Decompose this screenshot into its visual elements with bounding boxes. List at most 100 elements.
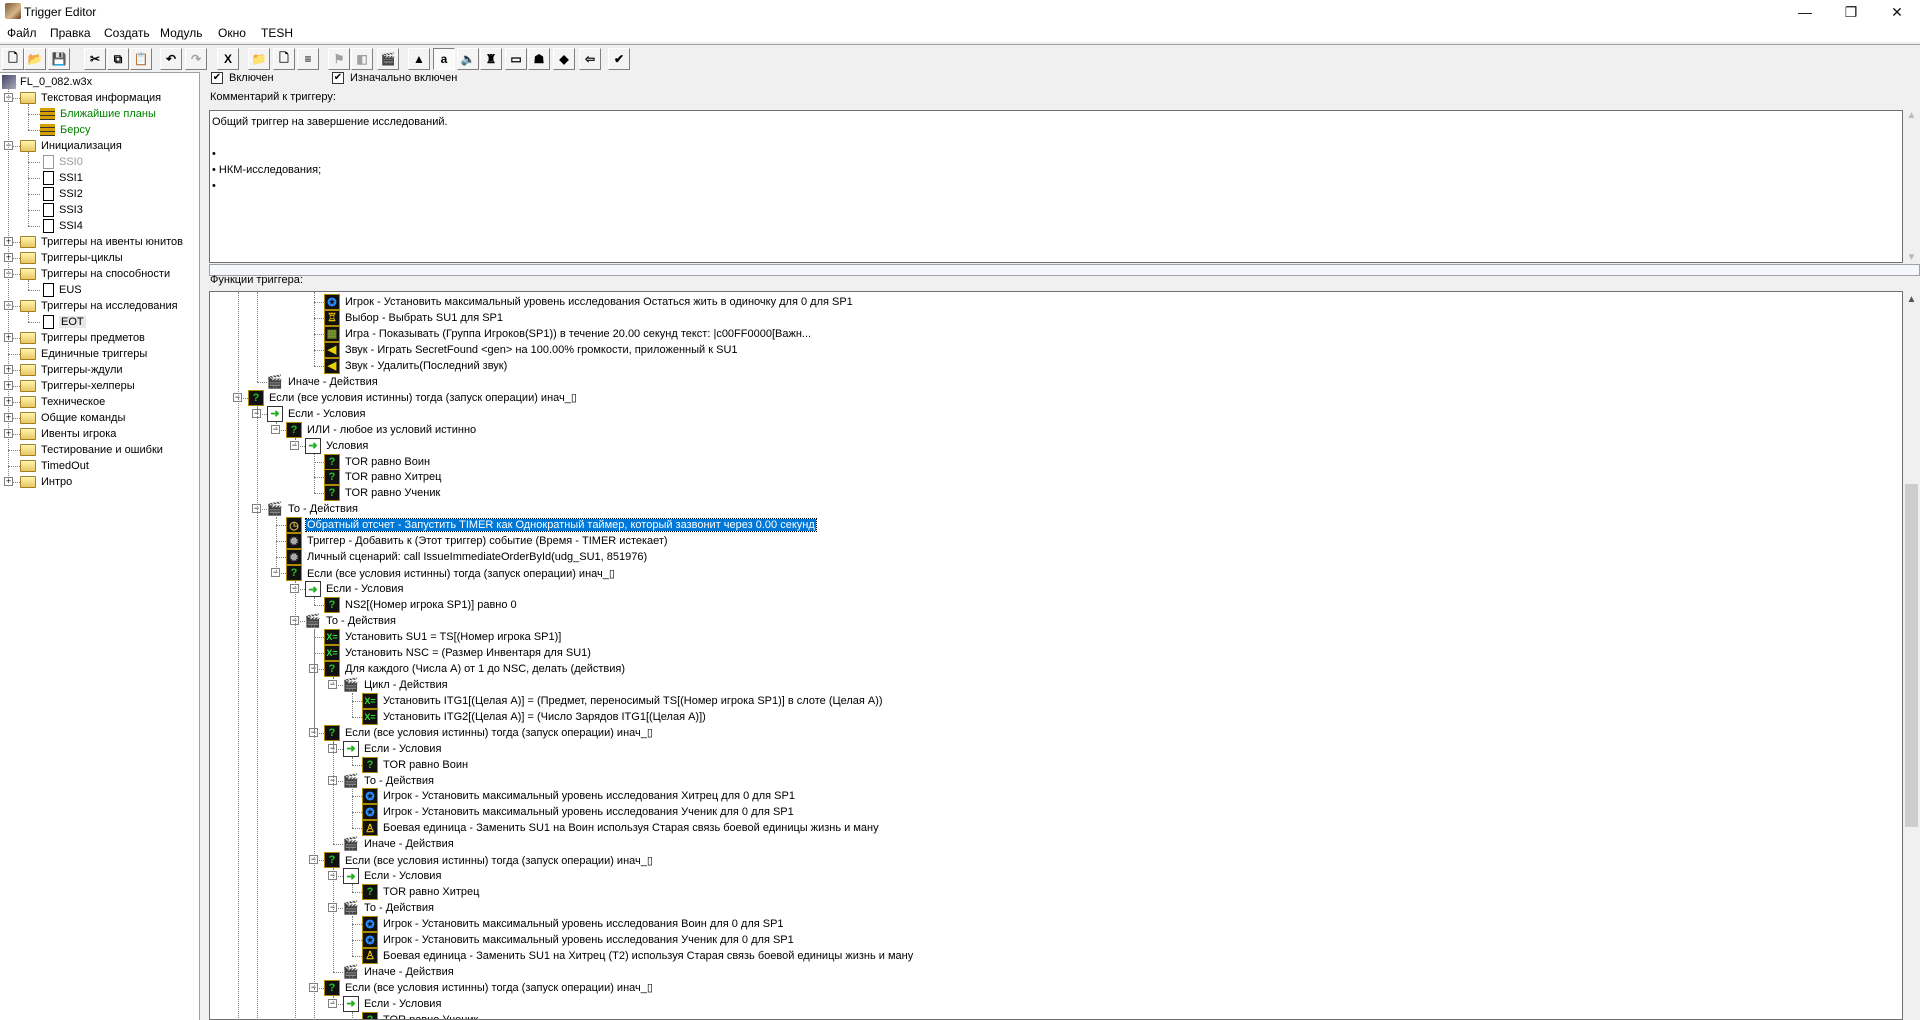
function-item[interactable]: ? Если (все условия истинны) тогда (запус…: [324, 979, 654, 996]
function-item[interactable]: ✪ Игрок - Установить максимальный уровень…: [362, 932, 795, 948]
function-item[interactable]: ✪ Игрок - Установить максимальный уровень…: [362, 804, 795, 821]
scroll-up-icon[interactable]: ▲: [1903, 110, 1920, 121]
cut-button[interactable]: ✂: [84, 48, 106, 70]
function-item[interactable]: ? TOR равно Хитрец: [362, 884, 480, 901]
function-item[interactable]: ? TOR равно Хитрец: [324, 469, 442, 486]
tree-item[interactable]: Общие команды: [20, 410, 125, 426]
tree-item[interactable]: Техническое: [20, 394, 105, 410]
enabled-checkbox[interactable]: ✔: [211, 72, 223, 84]
tree-item[interactable]: Текстовая информация: [20, 90, 161, 106]
new-action-button[interactable]: 🎬: [377, 48, 399, 70]
tree-item[interactable]: Триггеры-хелперы: [20, 378, 135, 394]
function-item[interactable]: 🎬 Иначе - Действия: [343, 836, 455, 852]
tree-item[interactable]: Триггеры на исследования: [20, 298, 178, 314]
tree-item[interactable]: SSI1: [40, 170, 83, 186]
tree-item[interactable]: Инициализация: [20, 138, 122, 154]
function-item[interactable]: ? NS2[(Номер игрока SP1)] равно 0: [324, 597, 518, 614]
function-item[interactable]: ▦ Игра - Показывать (Группа Игроков(SP1))…: [324, 325, 812, 342]
function-item[interactable]: ? Если (все условия истинны) тогда (запус…: [324, 852, 654, 869]
minimize-button[interactable]: —: [1782, 0, 1828, 24]
tree-item[interactable]: SSI4: [40, 218, 83, 234]
paste-button[interactable]: 📋: [130, 48, 152, 70]
tree-item[interactable]: Триггеры-ждули: [20, 362, 123, 378]
menu-file[interactable]: Файл: [7, 26, 37, 40]
function-item[interactable]: ◷ Обратный отсчет - Запустить TIMER как О…: [286, 517, 817, 534]
splitter-bar[interactable]: [209, 264, 1920, 276]
function-item[interactable]: ? TOR равно Ученик: [362, 1011, 479, 1019]
copy-button[interactable]: ⧉: [107, 48, 129, 70]
function-item[interactable]: 🎬 То - Действия: [305, 613, 397, 629]
functions-scrollbar[interactable]: ▲: [1903, 291, 1920, 1020]
tree-item[interactable]: Триггеры предметов: [20, 330, 145, 346]
function-item[interactable]: 🎬 То - Действия: [267, 501, 359, 517]
undo-button[interactable]: ↶: [160, 48, 182, 70]
tree-item[interactable]: Триггеры-циклы: [20, 250, 123, 266]
menu-create[interactable]: Создать: [104, 26, 150, 40]
trigger-functions-tree[interactable]: ✪ Игрок - Установить максимальный уровень…: [209, 291, 1903, 1020]
function-item[interactable]: ➜ Если - Условия: [343, 740, 442, 757]
function-item[interactable]: X= Установить ITG1[(Целая A)] = (Предмет,…: [362, 692, 884, 709]
tree-item[interactable]: TimedOut: [20, 458, 89, 474]
function-item[interactable]: ✹ Триггер - Добавить к (Этот триггер) соб…: [286, 533, 669, 550]
function-item[interactable]: ♙ Боевая единица - Заменить SU1 на Хитрец…: [362, 947, 914, 964]
new-event-button[interactable]: ⚑: [328, 48, 350, 70]
tree-item[interactable]: EUS: [40, 282, 82, 298]
terrain-editor-button[interactable]: ▲: [408, 48, 430, 70]
function-item[interactable]: ? Если (все условия истинны) тогда (запус…: [286, 565, 616, 582]
function-item[interactable]: ? TOR равно Воин: [324, 453, 431, 470]
scroll-up-icon[interactable]: ▲: [1903, 291, 1920, 305]
function-item[interactable]: ? Если (все условия истинны) тогда (запус…: [248, 389, 578, 406]
function-item[interactable]: 🎬 То - Действия: [343, 900, 435, 916]
function-item[interactable]: ✪ Игрок - Установить максимальный уровень…: [362, 788, 796, 805]
menu-tesh[interactable]: TESH: [261, 26, 293, 40]
campaign-editor-button[interactable]: ▭: [505, 48, 527, 70]
scrollbar-thumb[interactable]: [1905, 484, 1918, 827]
function-item[interactable]: ? Для каждого (Числа A) от 1 до NSC, дела…: [324, 660, 626, 677]
redo-button[interactable]: ↷: [185, 48, 207, 70]
new-trigger-button[interactable]: 🗋: [273, 48, 295, 70]
function-item[interactable]: 🎬 Иначе - Действия: [343, 964, 455, 980]
function-item[interactable]: ♙ Боевая единица - Заменить SU1 на Воин и…: [362, 820, 880, 837]
function-item[interactable]: ? TOR равно Ученик: [324, 485, 441, 502]
initially-on-checkbox-row[interactable]: ✔ Изначально включен: [332, 72, 457, 84]
object-editor-button[interactable]: ♜: [480, 48, 502, 70]
function-item[interactable]: 🎬 Цикл - Действия: [343, 677, 449, 693]
comment-textarea[interactable]: Общий триггер на завершение исследований…: [209, 110, 1903, 263]
menu-edit[interactable]: Правка: [50, 26, 91, 40]
function-item[interactable]: ➜ Если - Условия: [343, 868, 442, 885]
function-item[interactable]: ➜ Если - Условия: [305, 581, 404, 598]
function-item[interactable]: ➜ Если - Условия: [343, 995, 442, 1012]
tree-item[interactable]: Единичные триггеры: [20, 346, 147, 362]
initially-on-checkbox[interactable]: ✔: [332, 72, 344, 84]
function-item[interactable]: ◀ Звук - Удалить(Последний звук): [324, 357, 508, 374]
tree-item[interactable]: SSI0: [40, 154, 83, 170]
new-category-button[interactable]: 📁: [248, 48, 270, 70]
scroll-down-icon[interactable]: ▼: [1903, 252, 1920, 263]
sound-editor-button[interactable]: 🔈: [457, 48, 479, 70]
trigger-list-tree[interactable]: FL_0_082.w3x Текстовая информация − Ближайш…: [0, 72, 200, 1020]
tree-item[interactable]: SSI2: [40, 186, 83, 202]
function-item[interactable]: ? TOR равно Воин: [362, 756, 469, 773]
tree-item[interactable]: Триггеры на способности: [20, 266, 170, 282]
comment-scrollbar[interactable]: ▲ ▼: [1903, 110, 1920, 263]
new-comment-button[interactable]: ≡: [297, 48, 319, 70]
function-item[interactable]: X= Установить SU1 = TS[(Номер игрока SP1)…: [324, 628, 562, 645]
function-item[interactable]: ✪ Игрок - Установить максимальный уровень…: [324, 294, 854, 310]
open-button[interactable]: 📂: [24, 48, 46, 70]
function-item[interactable]: ? ИЛИ - любое из условий истинно: [286, 421, 477, 438]
tree-item[interactable]: Ивенты игрока: [20, 426, 116, 442]
tree-item[interactable]: Берсу: [40, 122, 90, 138]
function-item[interactable]: ✪ Игрок - Установить максимальный уровень…: [362, 916, 785, 933]
new-condition-button[interactable]: ◧: [351, 48, 373, 70]
function-item[interactable]: ? Если (все условия истинны) тогда (запус…: [324, 724, 654, 741]
restore-button[interactable]: ❐: [1828, 0, 1874, 24]
tree-item[interactable]: Триггеры на ивенты юнитов: [20, 234, 183, 250]
import-manager-button[interactable]: ⇦: [579, 48, 601, 70]
function-item[interactable]: ➜ Если - Условия: [267, 405, 366, 422]
menu-module[interactable]: Модуль: [160, 26, 203, 40]
function-item[interactable]: ◀ Звук - Играть SecretFound <gen> на 100.…: [324, 341, 739, 358]
test-map-button[interactable]: ✔: [608, 48, 630, 70]
function-item[interactable]: 🎬 Иначе - Действия: [267, 374, 379, 390]
function-item[interactable]: ➜ Условия: [305, 437, 369, 454]
tree-item[interactable]: Тестирование и ошибки: [20, 442, 163, 458]
